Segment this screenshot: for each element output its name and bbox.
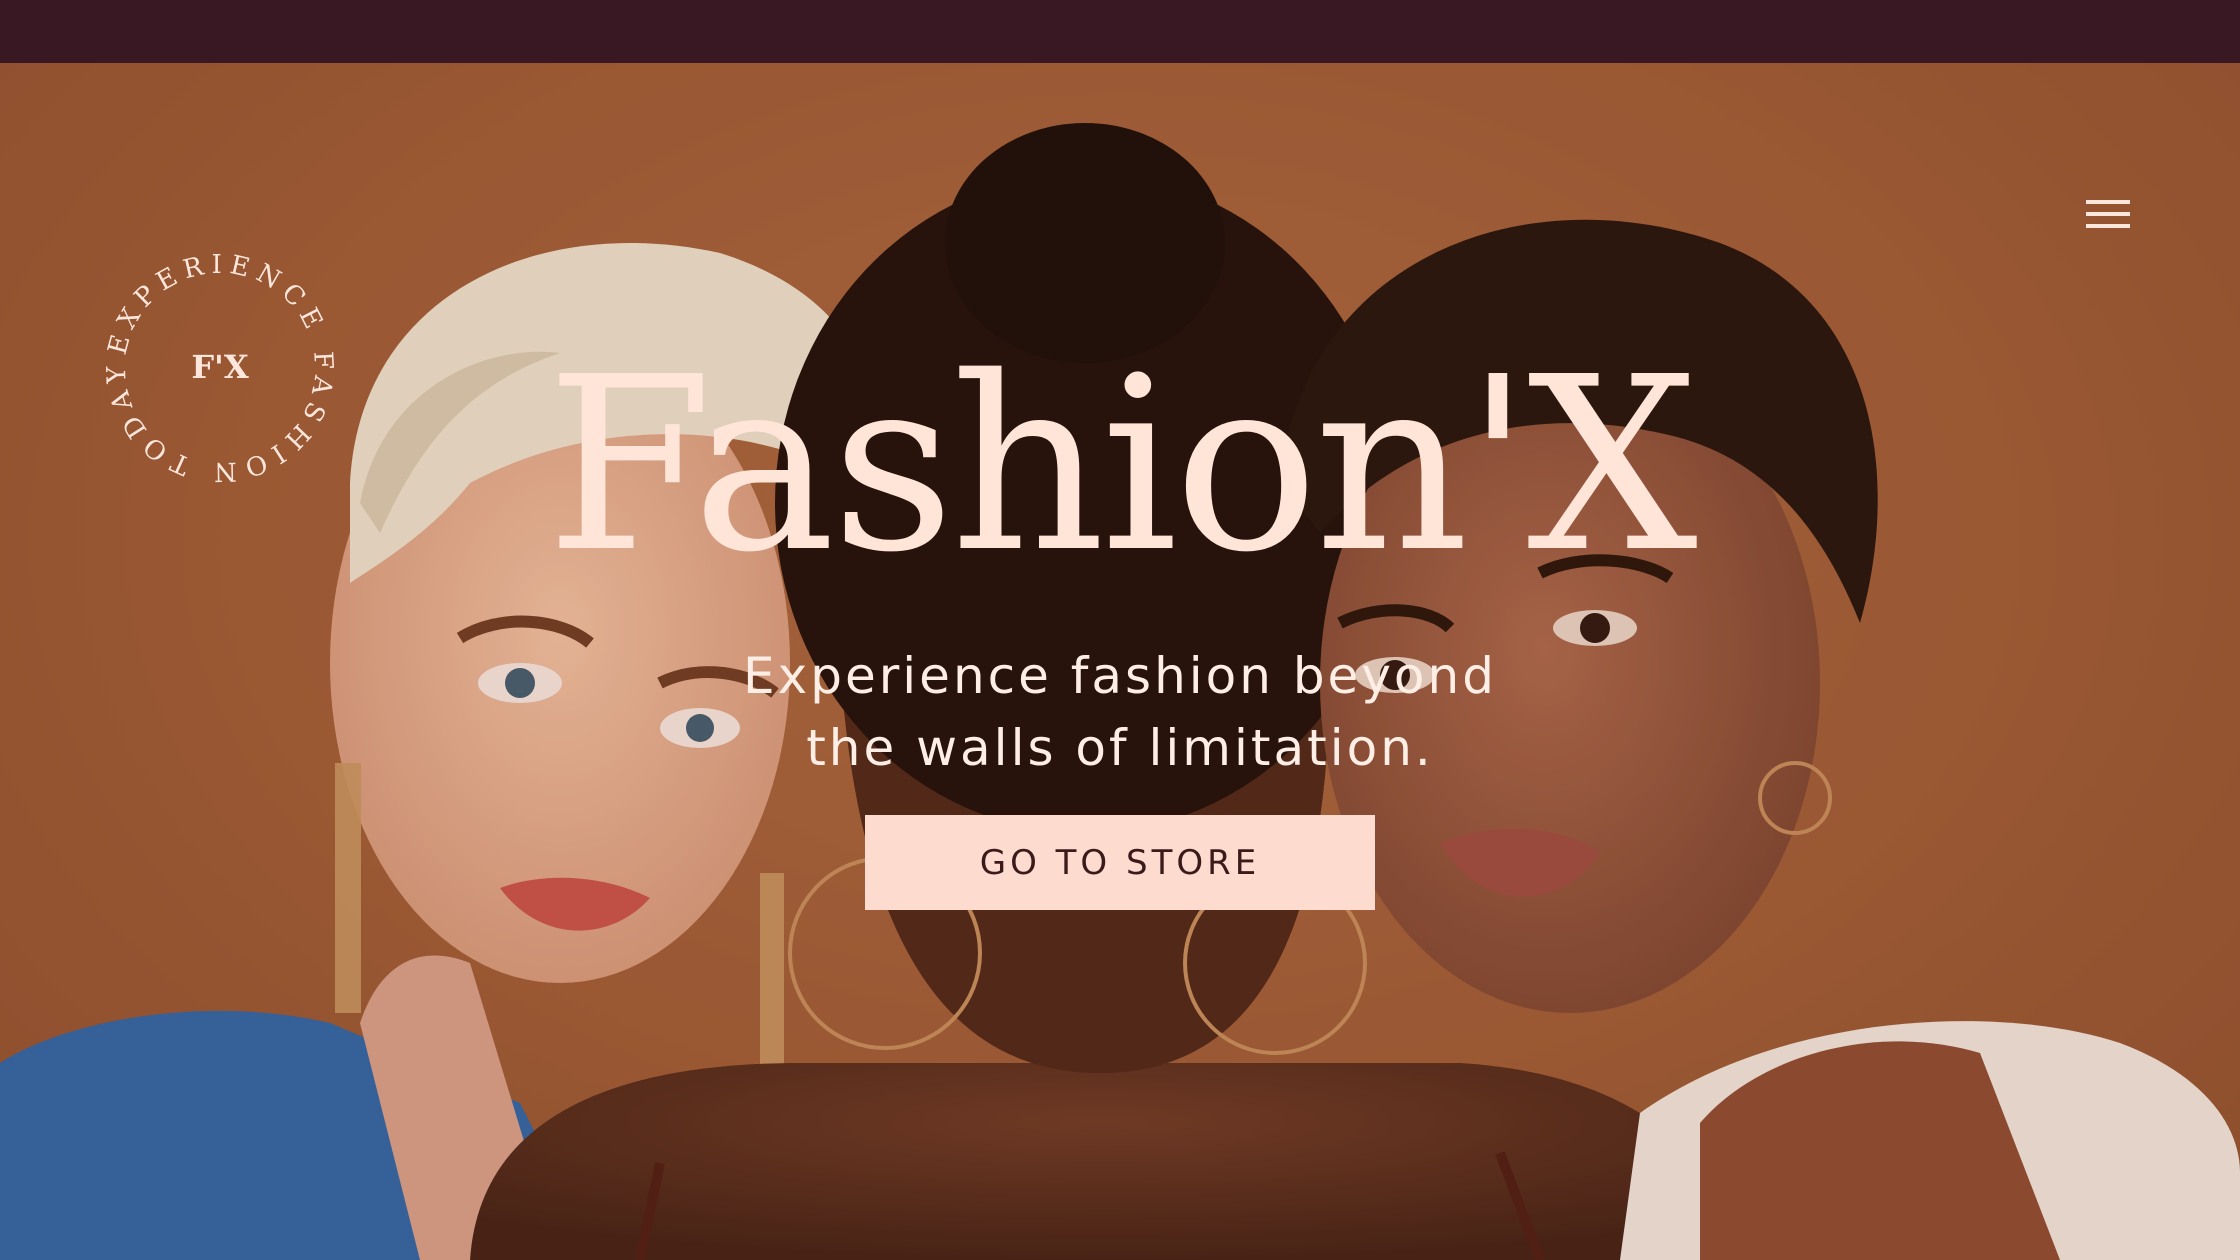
menu-line [2086, 212, 2130, 216]
landing-page: EXPERIENCE FASHION TODAY F'X Fashion'X E… [0, 0, 2240, 1260]
top-bar [0, 0, 2240, 63]
go-to-store-button[interactable]: GO TO STORE [865, 815, 1375, 910]
hero-subtitle-line-1: Experience fashion beyond [743, 647, 1497, 705]
hero-subtitle: Experience fashion beyond the walls of l… [620, 640, 1620, 784]
hero-subtitle-line-2: the walls of limitation. [806, 719, 1434, 777]
menu-line [2086, 224, 2130, 228]
hero-section: EXPERIENCE FASHION TODAY F'X Fashion'X E… [0, 63, 2240, 1260]
menu-line [2086, 200, 2130, 204]
hamburger-menu-icon[interactable] [2080, 192, 2136, 236]
hero-title: Fashion'X [546, 325, 1698, 605]
